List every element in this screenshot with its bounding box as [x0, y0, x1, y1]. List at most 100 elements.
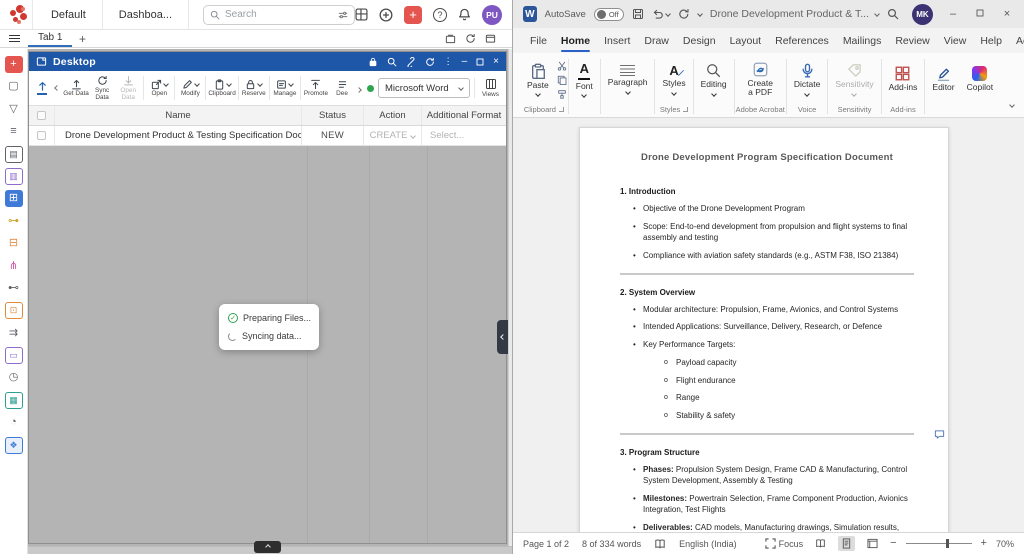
copy-icon[interactable]	[557, 75, 567, 85]
document-page[interactable]: Drone Development Program Specification …	[579, 127, 949, 532]
focus-mode-button[interactable]: Focus	[765, 538, 804, 549]
lock-icon[interactable]	[368, 57, 378, 67]
toolbar-open-button[interactable]: Open	[146, 77, 172, 99]
ribbon-tab-design[interactable]: Design	[676, 28, 723, 53]
add-circle-icon[interactable]	[379, 8, 393, 22]
ribbon-tab-view[interactable]: View	[937, 28, 974, 53]
styles-menu-button[interactable]: AStyles	[656, 64, 691, 94]
row-checkbox[interactable]	[37, 131, 46, 140]
kebab-menu-icon[interactable]: ⋮	[444, 57, 453, 66]
zoom-slider-thumb[interactable]	[946, 539, 949, 548]
maximize-button[interactable]	[476, 58, 484, 66]
sidebar-bar-chart-icon[interactable]: ▦	[5, 392, 23, 409]
document-type-select[interactable]: Microsoft Word	[378, 78, 470, 98]
brand-logo-icon[interactable]	[8, 4, 22, 26]
expand-up-handle[interactable]	[254, 541, 281, 553]
refresh-icon[interactable]	[465, 33, 476, 44]
desktop-window-titlebar[interactable]: Desktop ⋮ – ×	[29, 52, 506, 71]
ribbon-tab-references[interactable]: References	[768, 28, 836, 53]
sidebar-documents-icon[interactable]: ▤	[5, 146, 23, 163]
ribbon-tab-help[interactable]: Help	[973, 28, 1009, 53]
help-icon[interactable]: ?	[433, 8, 447, 22]
undo-icon[interactable]	[652, 8, 670, 20]
minimize-button[interactable]: –	[946, 8, 960, 20]
hamburger-menu-icon[interactable]	[0, 30, 28, 47]
toolbar-dee-button[interactable]: Dee	[329, 77, 355, 99]
toolbar-reserve-button[interactable]: Reserve	[241, 77, 267, 99]
search-box[interactable]	[203, 5, 355, 25]
dictate-button[interactable]: Dictate	[788, 63, 826, 95]
window-icon[interactable]	[485, 33, 496, 44]
sidebar-toggle-key-icon[interactable]: ⊷	[5, 280, 23, 297]
select-all-checkbox[interactable]	[37, 111, 46, 120]
close-button[interactable]: ×	[493, 56, 499, 67]
column-header-action[interactable]: Action	[364, 106, 422, 125]
sidebar-list-view-icon[interactable]: ≡	[5, 123, 23, 140]
search-input[interactable]	[225, 9, 333, 20]
scroll-top-button[interactable]	[33, 81, 51, 94]
format-painter-icon[interactable]	[557, 89, 567, 99]
ribbon-tab-acrobat[interactable]: Acrobat	[1009, 28, 1024, 53]
ribbon-tab-home[interactable]: Home	[554, 28, 597, 53]
archive-box-icon[interactable]	[445, 33, 456, 44]
search-icon[interactable]	[387, 57, 397, 67]
collapse-ribbon-chevron[interactable]	[1010, 94, 1014, 112]
word-count[interactable]: 8 of 334 words	[582, 539, 641, 549]
sidebar-merge-arrows-icon[interactable]: ⇉	[5, 325, 23, 342]
ribbon-tab-mailings[interactable]: Mailings	[836, 28, 889, 53]
ribbon-tab-draw[interactable]: Draw	[637, 28, 676, 53]
sidebar-data-table-icon[interactable]: ⊞	[5, 190, 23, 207]
language-indicator[interactable]: English (India)	[679, 539, 737, 549]
column-header-additional-format[interactable]: Additional Format	[422, 106, 506, 125]
row-action-dropdown[interactable]: CREATE	[364, 126, 422, 145]
proofing-icon[interactable]	[654, 538, 666, 550]
autosave-toggle[interactable]: Off	[594, 8, 624, 21]
row-format-select[interactable]: Select...	[422, 126, 506, 145]
maximize-button[interactable]	[973, 8, 987, 20]
sidebar-history-clock-icon[interactable]: ◷	[5, 369, 23, 386]
column-header-status[interactable]: Status	[302, 106, 364, 125]
sidebar-windows-icon[interactable]: ▢	[5, 78, 23, 95]
word-user-avatar[interactable]: MK	[912, 4, 933, 25]
dialog-launcher-icon[interactable]	[559, 107, 564, 112]
save-icon[interactable]	[632, 8, 644, 20]
toolbar-overflow-chevron[interactable]	[357, 79, 361, 97]
user-avatar[interactable]: PU	[482, 5, 502, 25]
print-layout-button[interactable]	[838, 536, 855, 551]
toolbar-sync-data-button[interactable]: Sync Data	[89, 74, 115, 103]
zoom-in-button[interactable]: +	[981, 538, 987, 549]
sidebar-hierarchy-icon[interactable]: ⊶	[5, 213, 23, 230]
link-icon[interactable]	[406, 57, 416, 67]
copilot-button[interactable]: Copilot	[961, 66, 999, 92]
zoom-out-button[interactable]: −	[890, 538, 896, 549]
back-chevron[interactable]	[51, 86, 63, 90]
web-layout-button[interactable]	[864, 536, 881, 551]
editing-menu-button[interactable]: Editing	[695, 63, 733, 95]
dialog-launcher-icon[interactable]	[683, 107, 688, 112]
toolbar-modify-button[interactable]: Modify	[177, 77, 203, 99]
paragraph-menu-button[interactable]: Paragraph	[602, 65, 654, 93]
workspace-tab-dashboard[interactable]: Dashboa...	[103, 0, 189, 29]
create-pdf-button[interactable]: Createa PDF	[741, 62, 779, 98]
sidebar-split-flow-icon[interactable]: ⋔	[5, 258, 23, 275]
redo-icon[interactable]	[678, 8, 690, 20]
word-document-title[interactable]: Drone Development Product & T...	[710, 8, 879, 20]
ribbon-tab-layout[interactable]: Layout	[723, 28, 769, 53]
sidebar-add-new-icon[interactable]: +	[5, 56, 23, 73]
word-titlebar[interactable]: W AutoSave Off Drone Development Product…	[513, 0, 1024, 28]
zoom-level[interactable]: 70%	[996, 539, 1014, 549]
sidebar-chat-icon[interactable]: ▭	[5, 347, 23, 364]
font-menu-button[interactable]: AFont	[570, 62, 599, 98]
ribbon-tab-file[interactable]: File	[523, 28, 554, 53]
notifications-bell-icon[interactable]	[458, 8, 471, 21]
ribbon-tab-insert[interactable]: Insert	[597, 28, 637, 53]
pane-collapse-handle[interactable]	[497, 320, 508, 354]
sidebar-filter-icon[interactable]: ▽	[5, 101, 23, 118]
page-indicator[interactable]: Page 1 of 2	[523, 539, 569, 549]
toolbar-get-data-button[interactable]: Get Data	[63, 77, 89, 99]
toolbar-promote-button[interactable]: Promote	[303, 77, 329, 99]
ribbon-tab-review[interactable]: Review	[888, 28, 936, 53]
editor-button[interactable]: Editor	[926, 66, 960, 92]
sidebar-monitor-icon[interactable]: ⊡	[5, 302, 23, 319]
sidebar-desktop-icon[interactable]: ❖	[5, 437, 23, 454]
